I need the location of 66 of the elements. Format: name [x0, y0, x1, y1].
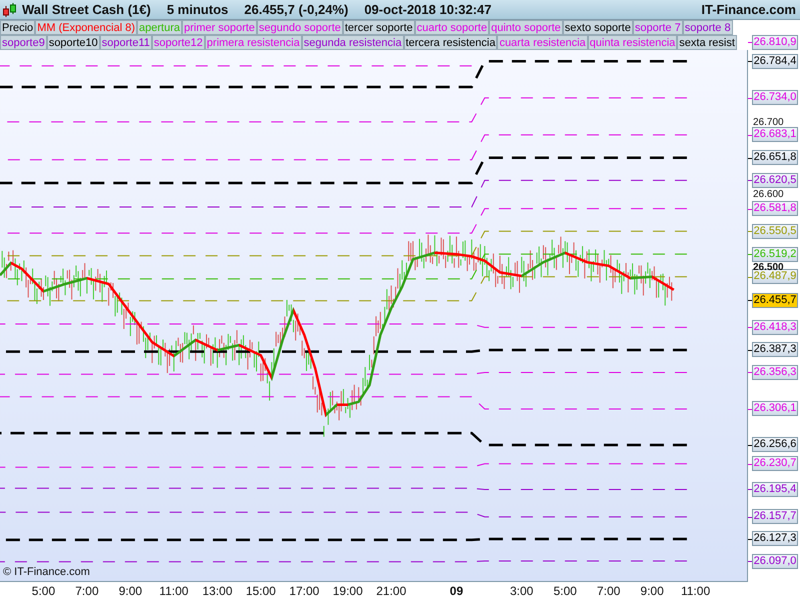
legend-item: soporte11: [100, 35, 152, 50]
level-price-label: 26.651,8: [752, 150, 798, 166]
legend-item: cuarta resistencia: [497, 35, 588, 50]
level-price-label: 26.418,3: [752, 320, 798, 335]
level-price-label: 26.256,6: [752, 437, 798, 452]
x-axis-label: 7:00: [75, 584, 99, 598]
x-axis-label: 11:00: [680, 584, 710, 598]
legend-item: soporte 8: [682, 20, 733, 35]
x-axis-label: 9:00: [640, 584, 664, 598]
level-price-label: 26.387,3: [752, 342, 798, 358]
level-price-label: 26.734,0: [752, 90, 798, 106]
level-price-label: 26.230,7: [752, 456, 798, 472]
datetime-label: 09-oct-2018 10:32:47: [364, 0, 492, 19]
chart-title: Wall Street Cash (1€): [22, 0, 151, 19]
y-axis-label: 26.700: [753, 118, 784, 127]
level-price-label: 26.519,2: [752, 246, 798, 262]
x-axis-label: 9:00: [118, 584, 142, 598]
level-price-label: 26.097,0: [752, 554, 798, 568]
x-axis-label: 09: [450, 584, 464, 598]
legend-item: tercera resistencia: [404, 35, 498, 50]
x-axis-label: 3:00: [510, 584, 534, 598]
level-price-label: 26.620,5: [752, 172, 798, 188]
candlestick-icon: [2, 2, 18, 18]
legend-item: quinta resistencia: [588, 35, 678, 50]
legend-item: cuarto soporte: [414, 20, 490, 35]
level-price-label: 26.683,1: [752, 127, 798, 142]
legend-item: soporte9: [0, 35, 47, 50]
legend-item: soporte10: [46, 35, 100, 50]
legend-item: tercer soporte: [342, 20, 415, 35]
legend-item: quinto soporte: [489, 20, 563, 35]
level-price-label: 26.550,5: [752, 224, 798, 239]
legend-item: apertura: [137, 20, 182, 35]
legend-item: sexta resist: [677, 35, 737, 50]
current-price-label: 26.455,7: [752, 292, 798, 308]
legend-item: primera resistencia: [204, 35, 302, 50]
interval-label: 5 minutos: [166, 0, 228, 19]
price-label: 26.455,7 (-0,24%): [244, 0, 348, 19]
x-axis-label: 13:00: [202, 584, 232, 598]
x-axis-label: 15:00: [246, 584, 276, 598]
x-axis-label: 21:00: [376, 584, 406, 598]
level-price-label: 26.356,3: [752, 364, 798, 380]
legend-item: segundo soporte: [256, 20, 343, 35]
level-price-label: 26.581,8: [752, 201, 798, 216]
copyright-label: © IT-Finance.com: [3, 564, 90, 580]
level-price-label: 26.127,3: [752, 531, 798, 546]
level-price-label: 26.810,9: [752, 34, 798, 50]
legend-item: Precio: [0, 20, 36, 35]
x-axis-label: 19:00: [332, 584, 363, 598]
legend-item: primer soporte: [182, 20, 257, 35]
level-price-label: 26.784,4: [752, 54, 798, 69]
y-axis-label: 26.600: [753, 191, 784, 200]
x-axis-label: 7:00: [596, 584, 620, 598]
legend-item: sexto soporte: [562, 20, 633, 35]
x-axis-label: 11:00: [159, 584, 188, 598]
legend-item: MM (Exponencial 8): [35, 20, 138, 35]
x-axis-label: 17:00: [289, 584, 320, 598]
x-axis-label: 5:00: [553, 584, 577, 598]
level-price-label: 26.195,4: [752, 482, 798, 497]
level-price-label: 26.306,1: [752, 401, 798, 416]
legend-item: soporte 7: [632, 20, 683, 35]
brand-label: IT-Finance.com: [701, 0, 796, 19]
x-axis-label: 5:00: [32, 584, 56, 598]
level-price-label: 26.487,9: [752, 269, 798, 284]
level-price-label: 26.157,7: [752, 509, 798, 524]
legend-item: soporte12: [152, 35, 205, 50]
legend-item: segunda resistencia: [302, 35, 404, 50]
